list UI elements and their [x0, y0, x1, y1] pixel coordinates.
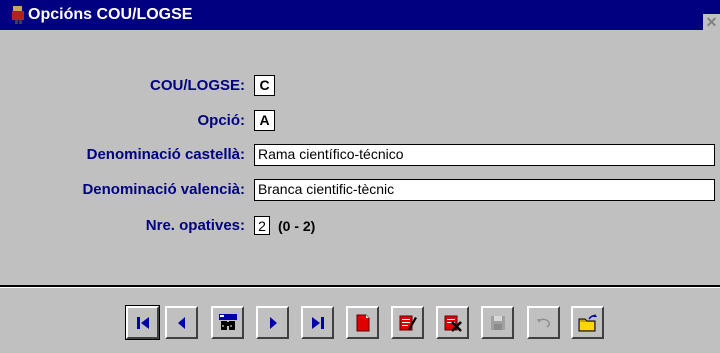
denominacio-castella-field[interactable]: Rama científico-técnico: [254, 144, 715, 166]
next-record-icon: [269, 316, 277, 329]
opcio-field[interactable]: A: [254, 110, 275, 131]
new-record-button[interactable]: [346, 306, 379, 339]
cou-logse-label: COU/LOGSE:: [149, 77, 245, 94]
nre-opatives-range: (0 - 2): [278, 218, 316, 234]
last-record-button[interactable]: [301, 306, 334, 339]
cou-logse-field[interactable]: C: [254, 75, 275, 96]
new-record-icon: [356, 314, 369, 331]
app-icon: [10, 6, 26, 24]
undo-icon: [536, 318, 550, 328]
undo-button[interactable]: [527, 306, 560, 339]
previous-record-button[interactable]: [165, 306, 198, 339]
previous-record-icon: [177, 316, 185, 329]
edit-record-button[interactable]: [391, 306, 424, 339]
next-record-button[interactable]: [256, 306, 289, 339]
exit-folder-icon: [578, 313, 597, 331]
delete-record-icon: [444, 315, 462, 332]
save-disk-icon: [490, 315, 505, 330]
edit-record-icon: [399, 315, 417, 330]
denominacio-valencia-field[interactable]: Branca cientific-tècnic: [254, 179, 715, 201]
nre-opatives-label: Nre. opatives:: [145, 217, 245, 234]
exit-button[interactable]: [571, 306, 604, 339]
delete-record-button[interactable]: [436, 306, 469, 339]
title-bar[interactable]: Opcións COU/LOGSE: [0, 0, 720, 30]
opcio-label: Opció:: [197, 112, 246, 129]
first-record-button[interactable]: [125, 305, 160, 340]
close-button[interactable]: ✕: [703, 14, 720, 30]
last-record-icon: [311, 316, 324, 329]
window-title: Opcións COU/LOGSE: [28, 6, 193, 23]
nre-opatives-field[interactable]: 2: [254, 216, 270, 235]
save-button[interactable]: [481, 306, 514, 339]
close-icon: ✕: [705, 14, 718, 30]
find-binoculars-icon: [218, 313, 237, 330]
find-button[interactable]: [211, 306, 244, 339]
denominacio-valencia-label: Denominació valencià:: [82, 181, 245, 198]
toolbar-divider-highlight: [0, 287, 720, 288]
first-record-icon: [136, 316, 149, 329]
denominacio-castella-label: Denominació castellà:: [86, 146, 245, 163]
